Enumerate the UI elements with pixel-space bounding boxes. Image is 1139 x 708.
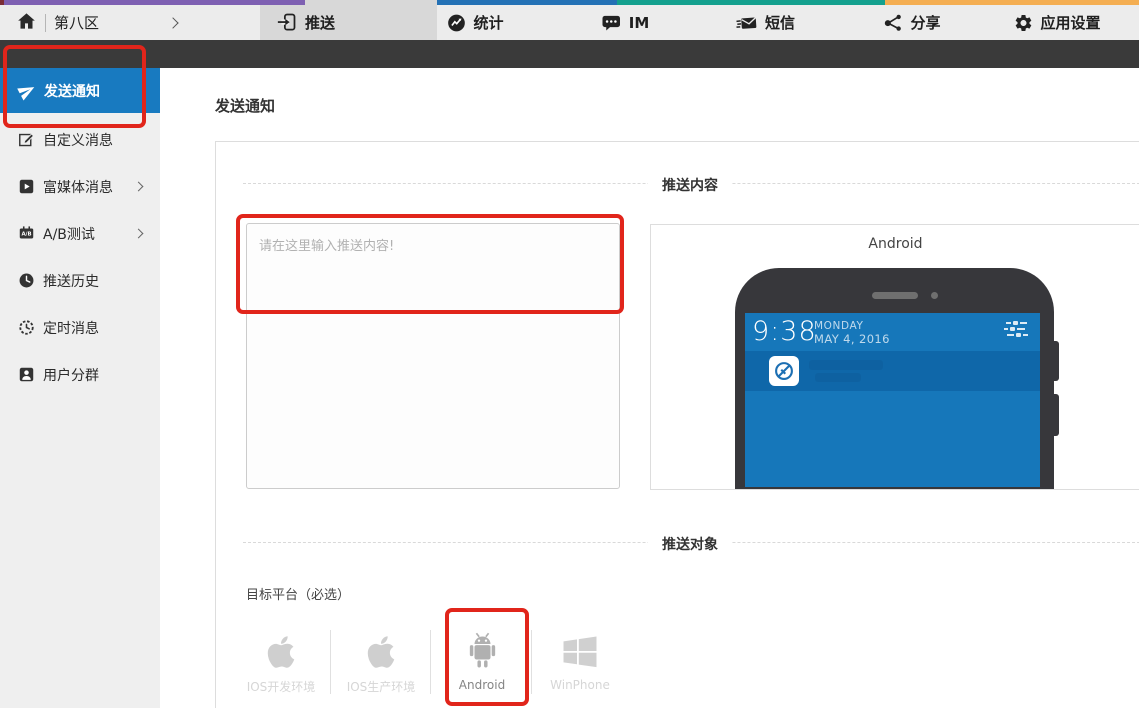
target-platform-group-label: 目标平台（必选） (246, 584, 350, 603)
sidebar: 发送通知 自定义消息 富媒体消息 (0, 68, 160, 708)
edit-icon (18, 131, 35, 148)
user-icon (18, 366, 35, 383)
svg-text:A/B: A/B (21, 231, 31, 237)
platform-label: Android (436, 678, 528, 692)
lockscreen-date: MAY 4, 2016 (814, 332, 890, 346)
current-app-name: 第八区 (54, 12, 99, 33)
sms-envelope-icon (735, 13, 758, 33)
platform-winphone[interactable]: WinPhone (534, 622, 626, 692)
platform-android[interactable]: Android (436, 622, 528, 692)
home-icon (16, 11, 37, 35)
apple-icon (235, 622, 327, 670)
platform-ios-dev[interactable]: IOS开发环境 (235, 622, 327, 695)
platform-label: WinPhone (534, 678, 626, 692)
timer-clock-icon (18, 319, 35, 336)
stats-icon (446, 13, 466, 33)
share-icon (883, 12, 903, 33)
android-robot-icon (436, 622, 528, 670)
sidebar-item-send-notification[interactable]: 发送通知 (0, 68, 160, 113)
section-divider-target: 推送对象 (243, 542, 1139, 543)
lockscreen-day: MONDAY (814, 320, 863, 332)
phone-screen: 9:38 MONDAY MAY 4, 2016 (745, 313, 1040, 487)
tab-share[interactable]: 分享 (883, 5, 940, 40)
secondary-dark-bar (0, 40, 1139, 68)
chat-bubble-icon (601, 13, 622, 33)
tab-statistics[interactable]: 统计 (446, 5, 503, 40)
platform-ios-prod[interactable]: IOS生产环境 (335, 622, 427, 695)
page-title: 发送通知 (215, 95, 275, 116)
windows-icon (534, 622, 626, 670)
tab-push[interactable]: 推送 (277, 5, 335, 40)
sidebar-item-rich-media[interactable]: 富媒体消息 (0, 163, 160, 210)
notification-ghost-text (809, 360, 883, 370)
section-divider-content: 推送内容 (243, 183, 1139, 184)
notification-ghost-text (815, 373, 861, 382)
sliders-settings-icon (1006, 321, 1030, 339)
section-label-push-content: 推送内容 (648, 175, 732, 195)
sidebar-item-scheduled-message[interactable]: 定时消息 (0, 304, 160, 351)
preview-platform-title: Android (651, 236, 1139, 252)
platform-divider (531, 630, 532, 694)
sidebar-item-ab-test[interactable]: A/B A/B测试 (0, 210, 160, 257)
app-logo-icon (769, 356, 799, 386)
phone-side-button (1052, 341, 1059, 381)
apple-icon (335, 622, 427, 670)
section-label-push-target: 推送对象 (648, 534, 732, 554)
platform-divider (430, 630, 431, 694)
tab-app-settings[interactable]: 应用设置 (1013, 5, 1100, 40)
ab-test-icon: A/B (18, 225, 35, 242)
gear-icon (1013, 13, 1033, 33)
top-nav-bar: 第八区 推送 统计 (0, 5, 1139, 40)
tab-sms[interactable]: 短信 (735, 5, 795, 40)
clock-icon (18, 272, 35, 289)
phone-mockup: 9:38 MONDAY MAY 4, 2016 (735, 268, 1054, 490)
tab-im[interactable]: IM (601, 5, 650, 40)
app-selector[interactable]: 第八区 (16, 5, 177, 40)
phone-side-button (1052, 394, 1059, 436)
chevron-right-icon (134, 182, 144, 192)
paper-plane-icon (18, 82, 36, 100)
push-content-input[interactable] (246, 223, 620, 489)
phone-camera-dot (931, 292, 938, 299)
sidebar-item-push-history[interactable]: 推送历史 (0, 257, 160, 304)
chevron-right-icon (134, 229, 144, 239)
platform-label: IOS开发环境 (235, 678, 327, 695)
platform-label: IOS生产环境 (335, 678, 427, 695)
lockscreen-time: 9:38 (752, 316, 817, 347)
android-preview-panel: Android 9:38 MONDAY MAY 4, 2016 (650, 224, 1139, 490)
play-icon (18, 178, 35, 195)
sidebar-item-custom-message[interactable]: 自定义消息 (0, 116, 160, 163)
notification-banner (745, 351, 1040, 391)
push-icon (277, 12, 298, 33)
sidebar-item-user-segments[interactable]: 用户分群 (0, 351, 160, 398)
nav-separator (45, 14, 46, 32)
chevron-right-icon (167, 17, 178, 28)
app-window: 第八区 推送 统计 (0, 0, 1139, 708)
phone-speaker (872, 292, 918, 299)
platform-divider (330, 630, 331, 694)
